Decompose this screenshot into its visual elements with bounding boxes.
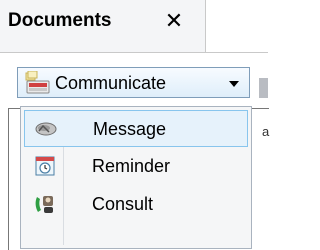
toolbar-next-button[interactable] <box>259 78 268 98</box>
communicate-label: Communicate <box>55 73 167 93</box>
communicate-menu: Message Reminder Consult <box>20 106 252 249</box>
menu-item-consult[interactable]: Consult <box>24 186 248 223</box>
communicate-icon <box>25 70 52 95</box>
communicate-button[interactable]: Communicate <box>17 67 250 98</box>
tab-divider <box>0 52 268 53</box>
close-icon[interactable]: ✕ <box>162 9 186 33</box>
reminder-icon <box>33 154 57 178</box>
menu-item-label: Message <box>93 119 167 139</box>
consult-icon <box>33 192 57 216</box>
chevron-down-icon[interactable] <box>229 81 239 87</box>
content-peek-text: a <box>262 124 270 139</box>
tab-documents[interactable]: Documents ✕ <box>0 0 206 52</box>
menu-item-label: Reminder <box>92 156 171 176</box>
tab-bar: Documents ✕ <box>0 0 268 53</box>
menu-item-label: Consult <box>92 194 154 214</box>
menu-item-reminder[interactable]: Reminder <box>24 148 248 185</box>
message-icon <box>34 117 58 141</box>
menu-item-message[interactable]: Message <box>24 110 248 147</box>
tab-title: Documents <box>8 10 112 31</box>
